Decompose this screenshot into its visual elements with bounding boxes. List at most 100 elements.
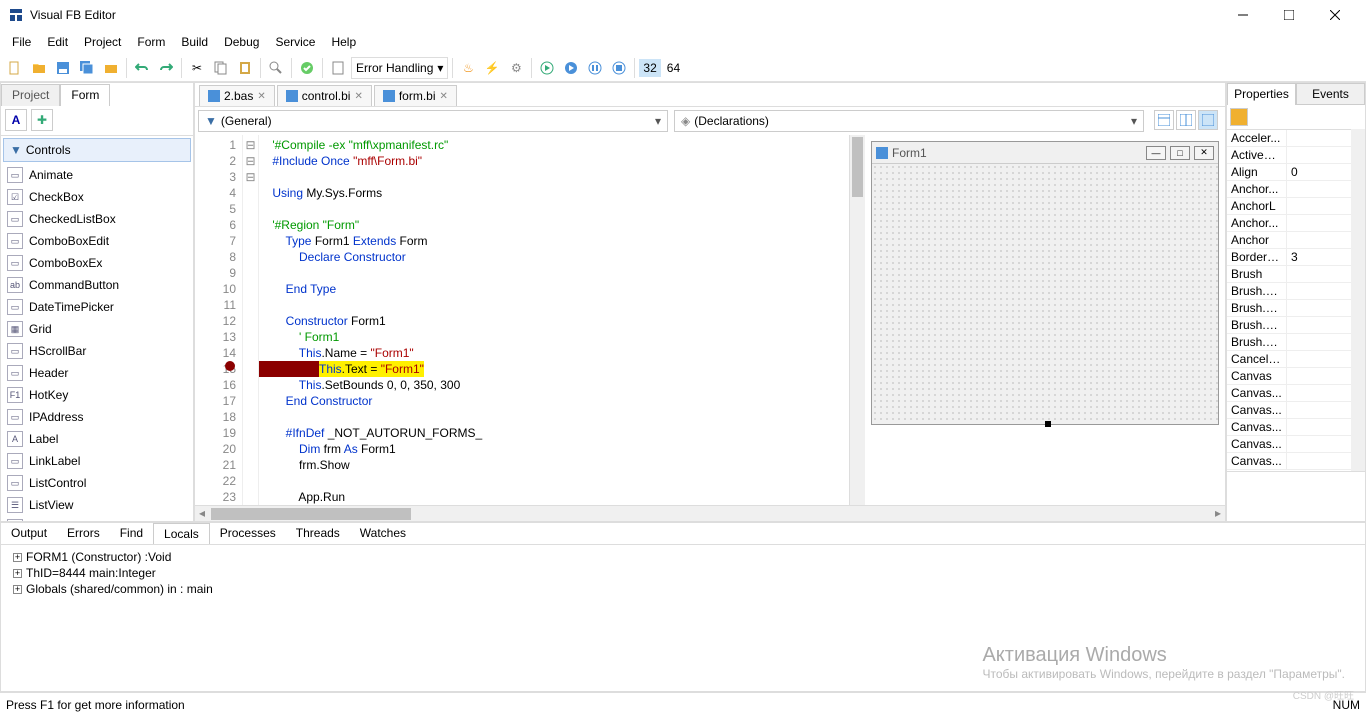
prop-row[interactable]: Align0	[1227, 164, 1351, 181]
menu-project[interactable]: Project	[76, 32, 129, 52]
tab-events[interactable]: Events	[1296, 83, 1365, 105]
tab-errors[interactable]: Errors	[57, 523, 110, 544]
flame-icon[interactable]: ♨	[457, 57, 479, 79]
menu-edit[interactable]: Edit	[39, 32, 76, 52]
control-animate[interactable]: ▭Animate	[1, 164, 193, 186]
resize-handle[interactable]	[1045, 421, 1051, 427]
bit-32-toggle[interactable]: 32	[639, 59, 660, 77]
locals-tree[interactable]: +FORM1 (Constructor) :Void+ThID=8444 mai…	[1, 545, 1365, 691]
menu-form[interactable]: Form	[129, 32, 173, 52]
control-label[interactable]: ALabel	[1, 428, 193, 450]
code-editor[interactable]: 123456789101112131415161718192021222324 …	[195, 135, 865, 505]
pause-icon[interactable]	[584, 57, 606, 79]
prop-row[interactable]: Canvas...	[1227, 436, 1351, 453]
control-checkbox[interactable]: ☑CheckBox	[1, 186, 193, 208]
wand-icon[interactable]: ⚡	[481, 57, 503, 79]
close-button[interactable]	[1312, 0, 1358, 30]
menu-build[interactable]: Build	[173, 32, 216, 52]
tree-item[interactable]: +ThID=8444 main:Integer	[5, 565, 1361, 581]
form-close-icon[interactable]: ✕	[1194, 146, 1214, 160]
control-header[interactable]: ▭Header	[1, 362, 193, 384]
minimize-button[interactable]	[1220, 0, 1266, 30]
bit-64-toggle[interactable]: 64	[663, 59, 684, 77]
layout-split-icon[interactable]	[1176, 110, 1196, 130]
form-maximize-icon[interactable]: □	[1170, 146, 1190, 160]
control-comboboxex[interactable]: ▭ComboBoxEx	[1, 252, 193, 274]
save-icon[interactable]	[52, 57, 74, 79]
member-combo[interactable]: ◈ (Declarations)▾	[674, 110, 1144, 132]
tab-locals[interactable]: Locals	[153, 523, 210, 544]
control-comboboxedit[interactable]: ▭ComboBoxEdit	[1, 230, 193, 252]
menu-help[interactable]: Help	[323, 32, 364, 52]
control-checkedlistbox[interactable]: ▭CheckedListBox	[1, 208, 193, 230]
close-tab-icon[interactable]: ✕	[354, 91, 362, 102]
tree-item[interactable]: +FORM1 (Constructor) :Void	[5, 549, 1361, 565]
prop-row[interactable]: Canvas...	[1227, 385, 1351, 402]
prop-row[interactable]: Anchor...	[1227, 181, 1351, 198]
menu-file[interactable]: File	[4, 32, 39, 52]
cut-icon[interactable]: ✂	[186, 57, 208, 79]
tree-item[interactable]: +Globals (shared/common) in : main	[5, 581, 1361, 597]
control-listview[interactable]: ☰ListView	[1, 494, 193, 516]
tab-properties[interactable]: Properties	[1227, 83, 1296, 105]
horizontal-scrollbar[interactable]: ◂ ▸	[195, 505, 1225, 521]
tab-find[interactable]: Find	[110, 523, 153, 544]
redo-icon[interactable]	[155, 57, 177, 79]
find-icon[interactable]	[265, 57, 287, 79]
file-tab-0[interactable]: 2.bas✕	[199, 85, 275, 106]
prop-row[interactable]: Brush	[1227, 266, 1351, 283]
layout-design-icon[interactable]	[1198, 110, 1218, 130]
document-icon[interactable]	[327, 57, 349, 79]
control-commandbutton[interactable]: abCommandButton	[1, 274, 193, 296]
categorize-icon[interactable]	[1230, 108, 1248, 126]
prop-row[interactable]: ActiveC...	[1227, 147, 1351, 164]
controls-header[interactable]: ▼ Controls	[3, 138, 191, 162]
text-tool-icon[interactable]: A	[5, 109, 27, 131]
run-icon[interactable]	[560, 57, 582, 79]
stop-icon[interactable]	[608, 57, 630, 79]
breakpoint-icon[interactable]	[225, 361, 235, 371]
prop-row[interactable]: CancelB...	[1227, 351, 1351, 368]
control-ipaddress[interactable]: ▭IPAddress	[1, 406, 193, 428]
vertical-scrollbar[interactable]	[849, 135, 865, 505]
prop-row[interactable]: Canvas...	[1227, 453, 1351, 470]
prop-row[interactable]: Brush.H...	[1227, 317, 1351, 334]
menu-debug[interactable]: Debug	[216, 32, 267, 52]
undo-icon[interactable]	[131, 57, 153, 79]
control-hscrollbar[interactable]: ▭HScrollBar	[1, 340, 193, 362]
prop-row[interactable]: Brush.H...	[1227, 300, 1351, 317]
gear-icon[interactable]: ⚙	[505, 57, 527, 79]
play-icon[interactable]	[536, 57, 558, 79]
component-icon[interactable]: ✚	[31, 109, 53, 131]
tab-threads[interactable]: Threads	[286, 523, 350, 544]
close-tab-icon[interactable]: ✕	[440, 91, 448, 102]
prop-row[interactable]: Brush.S...	[1227, 334, 1351, 351]
save-all-icon[interactable]	[76, 57, 98, 79]
property-grid[interactable]: Acceler...ActiveC...Align0Anchor...Ancho…	[1227, 129, 1351, 471]
folder-icon[interactable]	[100, 57, 122, 79]
prop-row[interactable]: BorderS...3	[1227, 249, 1351, 266]
error-handling-dropdown[interactable]: Error Handling▾	[351, 57, 448, 79]
prop-row[interactable]: Canvas...	[1227, 402, 1351, 419]
tab-project[interactable]: Project	[1, 84, 60, 106]
control-grid[interactable]: ▦Grid	[1, 318, 193, 340]
control-datetimepicker[interactable]: ▭DateTimePicker	[1, 296, 193, 318]
close-tab-icon[interactable]: ✕	[257, 91, 265, 102]
prop-row[interactable]: Canvas...	[1227, 419, 1351, 436]
form-designer[interactable]: Form1 — □ ✕	[865, 135, 1225, 505]
prop-row[interactable]: Brush.C...	[1227, 283, 1351, 300]
file-tab-1[interactable]: control.bi✕	[277, 85, 372, 106]
expand-icon[interactable]: +	[13, 553, 22, 562]
control-hotkey[interactable]: F1HotKey	[1, 384, 193, 406]
prop-row[interactable]: Acceler...	[1227, 130, 1351, 147]
copy-icon[interactable]	[210, 57, 232, 79]
control-listcontrol[interactable]: ▭ListControl	[1, 472, 193, 494]
menu-service[interactable]: Service	[267, 32, 323, 52]
tab-output[interactable]: Output	[1, 523, 57, 544]
prop-row[interactable]: AnchorL	[1227, 198, 1351, 215]
prop-row[interactable]: Anchor...	[1227, 215, 1351, 232]
check-icon[interactable]	[296, 57, 318, 79]
layout-code-icon[interactable]	[1154, 110, 1174, 130]
maximize-button[interactable]	[1266, 0, 1312, 30]
tab-form[interactable]: Form	[60, 84, 110, 106]
